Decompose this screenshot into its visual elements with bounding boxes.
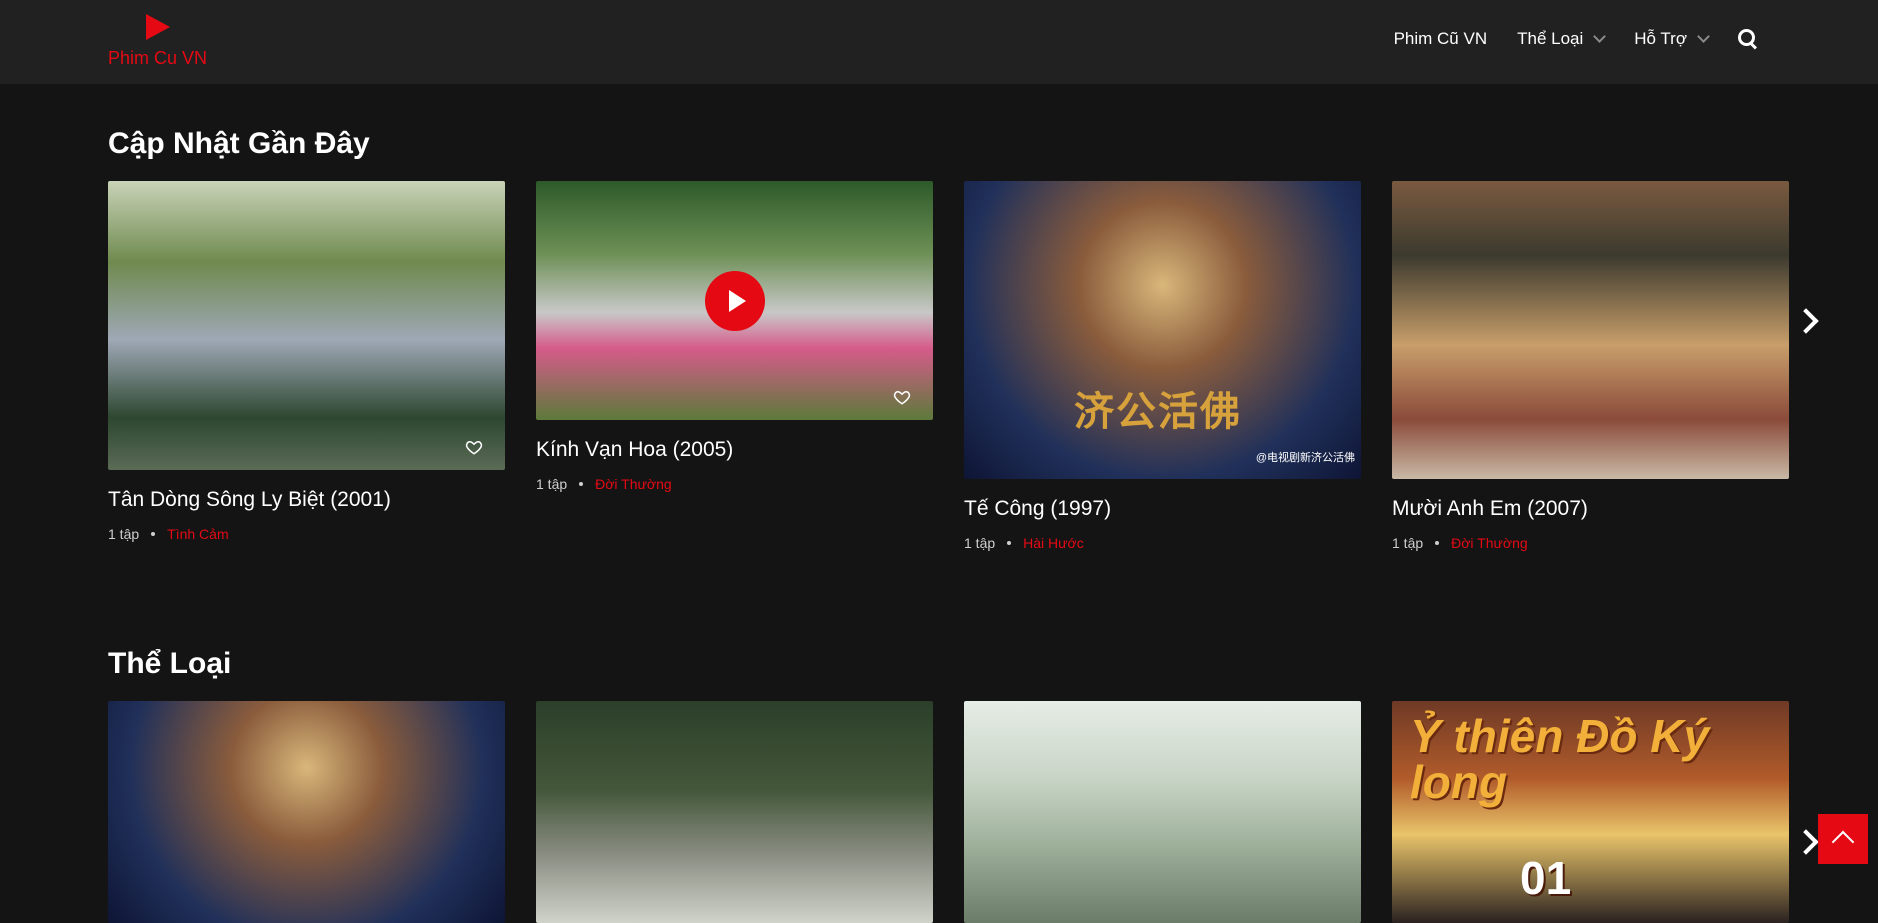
movie-poster[interactable]	[1392, 181, 1789, 479]
movie-title[interactable]: Mười Anh Em (2007)	[1392, 497, 1789, 521]
nav-label: Hỗ Trợ	[1634, 29, 1687, 48]
movie-card[interactable]: Tân Dòng Sông Ly Biệt (2001) 1 tập Tình …	[108, 181, 505, 542]
movie-title[interactable]: Kính Vạn Hoa (2005)	[536, 438, 933, 462]
episode-count: 1 tập	[536, 476, 568, 492]
movie-card[interactable]: Kính Vạn Hoa (2005) 1 tập Đời Thường	[536, 181, 933, 492]
nav-item-phim-cu-vn[interactable]: Phim Cũ VN	[1394, 29, 1488, 49]
main-nav: Phim Cũ VN Thể Loại Hỗ Trợ	[1394, 0, 1758, 78]
episode-count: 1 tập	[964, 535, 996, 551]
nav-item-ho-tro[interactable]: Hỗ Trợ	[1634, 29, 1710, 49]
movie-card[interactable]	[964, 701, 1361, 923]
episode-count: 1 tập	[108, 526, 140, 542]
site-header: Phim Cu VN Phim Cũ VN Thể Loại Hỗ Trợ	[0, 0, 1878, 84]
heart-icon[interactable]	[465, 438, 483, 456]
movie-poster[interactable]	[108, 701, 505, 923]
separator-dot	[579, 482, 584, 486]
search-icon[interactable]	[1738, 29, 1758, 50]
movie-card[interactable]	[108, 701, 505, 923]
movie-meta: 1 tập Đời Thường	[536, 476, 933, 492]
movie-card[interactable]: Mười Anh Em (2007) 1 tập Đời Thường	[1392, 181, 1789, 551]
site-logo[interactable]: Phim Cu VN	[108, 14, 218, 70]
logo-text: Phim Cu VN	[108, 48, 208, 68]
movie-card[interactable]	[536, 701, 933, 923]
movie-poster[interactable]	[964, 701, 1361, 923]
genre-link[interactable]: Đời Thường	[595, 476, 672, 492]
movie-title[interactable]: Tế Công (1997)	[964, 497, 1361, 521]
chevron-down-icon	[1697, 30, 1710, 43]
play-logo-icon	[146, 14, 170, 40]
genre-link[interactable]: Tình Cảm	[167, 526, 228, 542]
movie-poster[interactable]	[536, 701, 933, 923]
back-to-top-arrow-up-icon[interactable]	[1818, 814, 1868, 864]
section-title-recent: Cập Nhật Gần Đây	[108, 127, 370, 160]
poster-episode-number: 01	[1520, 852, 1572, 904]
episode-count: 1 tập	[1392, 535, 1424, 551]
poster-watermark: @电视剧新济公活佛	[1255, 452, 1355, 464]
section-title-genres: Thể Loại	[108, 647, 232, 680]
genre-link[interactable]: Hài Hước	[1023, 535, 1084, 551]
play-icon[interactable]	[704, 270, 765, 331]
movie-meta: 1 tập Đời Thường	[1392, 535, 1789, 551]
separator-dot	[1007, 541, 1012, 545]
chevron-down-icon	[1593, 30, 1607, 43]
heart-icon[interactable]	[893, 388, 911, 406]
movie-meta: 1 tập Tình Cảm	[108, 526, 505, 542]
movie-poster[interactable]	[536, 181, 933, 420]
movie-poster[interactable]	[108, 181, 505, 470]
movie-title[interactable]: Tân Dòng Sông Ly Biệt (2001)	[108, 488, 505, 512]
genre-link[interactable]: Đời Thường	[1451, 535, 1528, 551]
nav-label: Thể Loại	[1517, 29, 1584, 48]
separator-dot	[151, 532, 156, 536]
movie-card[interactable]: Ỷ thiên Đồ Ký long 01	[1392, 701, 1789, 923]
movie-poster[interactable]: Ỷ thiên Đồ Ký long 01	[1392, 701, 1789, 923]
separator-dot	[1435, 541, 1440, 545]
poster-chinese-title: 济公活佛	[1074, 390, 1242, 434]
carousel-next-arrow-icon[interactable]	[1793, 308, 1819, 334]
poster-title-art: Ỷ thiên Đồ Ký long	[1410, 710, 1710, 808]
movie-meta: 1 tập Hài Hước	[964, 535, 1361, 551]
movie-card[interactable]: 济公活佛 @电视剧新济公活佛 Tế Công (1997) 1 tập Hài …	[964, 181, 1361, 551]
movie-poster[interactable]: 济公活佛 @电视剧新济公活佛	[964, 181, 1361, 479]
nav-item-the-loai[interactable]: Thể Loại	[1517, 29, 1607, 49]
nav-label: Phim Cũ VN	[1393, 29, 1488, 48]
carousel-next-arrow-icon[interactable]	[1793, 829, 1819, 855]
